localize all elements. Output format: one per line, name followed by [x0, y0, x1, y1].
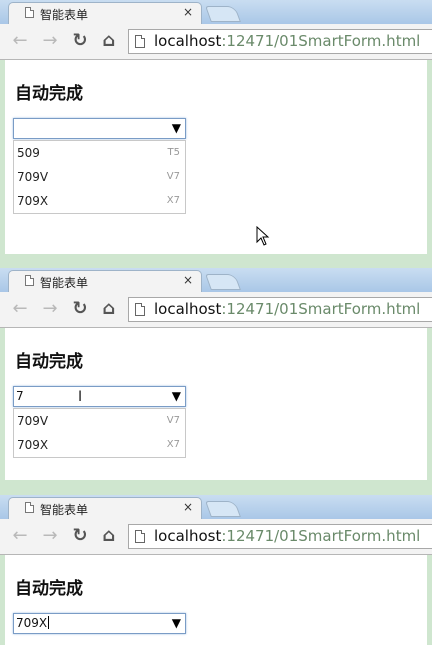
url-host: localhost: [154, 300, 222, 318]
browser-window-2: 智能表单 × ← → ↻ ⌂ localhost:12471/01SmartFo…: [0, 268, 432, 480]
url-text: localhost:12471/01SmartForm.html: [154, 32, 420, 50]
toolbar: ← → ↻ ⌂ localhost:12471/01SmartForm.html: [0, 24, 432, 60]
url-host: localhost: [154, 32, 222, 50]
new-tab-button[interactable]: [205, 501, 241, 517]
input-value: 709X: [16, 616, 48, 630]
browser-window-1: 智能表单 × ← → ↻ ⌂ localhost:12471/01SmartFo…: [0, 0, 432, 256]
option-code: T5: [167, 147, 180, 158]
suggestion-list: 509 T5 709V V7 709X X7: [13, 140, 186, 214]
page-icon: [135, 35, 145, 48]
new-tab-button[interactable]: [205, 274, 241, 290]
browser-tab[interactable]: 智能表单 ×: [8, 270, 202, 292]
page-content: 自动完成 ▼ 509 T5 709V V7 709X X7: [5, 60, 427, 254]
url-path: :12471/01SmartForm.html: [221, 32, 421, 50]
tab-title: 智能表单: [40, 276, 89, 290]
forward-arrow-icon[interactable]: →: [40, 525, 60, 547]
option-name: 509: [17, 146, 40, 160]
page-icon: [25, 7, 34, 18]
page-icon: [25, 502, 34, 513]
tab-strip: 智能表单 ×: [0, 495, 432, 519]
suggestion-list: 709V V7 709X X7: [13, 408, 186, 458]
url-path: :12471/01SmartForm.html: [221, 300, 421, 318]
page-heading: 自动完成: [15, 579, 83, 599]
option-name: 709X: [17, 194, 49, 208]
close-tab-icon[interactable]: ×: [183, 273, 193, 287]
toolbar: ← → ↻ ⌂ localhost:12471/01SmartForm.html: [0, 519, 432, 555]
browser-tab[interactable]: 智能表单 ×: [8, 497, 202, 519]
browser-window-3: 智能表单 × ← → ↻ ⌂ localhost:12471/01SmartFo…: [0, 495, 432, 645]
option-name: 709X: [17, 438, 49, 452]
tab-strip: 智能表单 ×: [0, 0, 432, 24]
close-tab-icon[interactable]: ×: [183, 500, 193, 514]
toolbar: ← → ↻ ⌂ localhost:12471/01SmartForm.html: [0, 292, 432, 328]
back-arrow-icon[interactable]: ←: [10, 525, 30, 547]
tab-title: 智能表单: [40, 8, 89, 22]
option-code: V7: [166, 171, 180, 182]
input-value: 7: [16, 389, 24, 403]
home-icon[interactable]: ⌂: [99, 30, 119, 52]
dropdown-arrow-icon[interactable]: ▼: [172, 389, 181, 403]
list-item[interactable]: 709X X7: [14, 189, 185, 213]
tab-strip: 智能表单 ×: [0, 268, 432, 292]
home-icon[interactable]: ⌂: [99, 298, 119, 320]
url-text: localhost:12471/01SmartForm.html: [154, 300, 420, 318]
option-code: V7: [166, 415, 180, 426]
address-bar[interactable]: localhost:12471/01SmartForm.html: [128, 524, 432, 549]
option-name: 709V: [17, 170, 49, 184]
page-heading: 自动完成: [15, 352, 83, 372]
browser-tab[interactable]: 智能表单 ×: [8, 2, 202, 24]
text-caret: [48, 616, 50, 629]
input-value-wrap: 709X: [16, 616, 50, 630]
address-bar[interactable]: localhost:12471/01SmartForm.html: [128, 29, 432, 54]
page-content: 自动完成 7 I ▼ 709V V7 709X X7: [5, 328, 427, 480]
home-icon[interactable]: ⌂: [99, 525, 119, 547]
new-tab-button[interactable]: [205, 6, 241, 22]
url-host: localhost: [154, 527, 222, 545]
url-text: localhost:12471/01SmartForm.html: [154, 527, 420, 545]
list-item[interactable]: 509 T5: [14, 141, 185, 165]
reload-icon[interactable]: ↻: [70, 30, 90, 52]
option-code: X7: [166, 195, 180, 206]
forward-arrow-icon[interactable]: →: [40, 298, 60, 320]
back-arrow-icon[interactable]: ←: [10, 30, 30, 52]
autocomplete-input[interactable]: 7 I ▼: [13, 386, 186, 407]
autocomplete-input[interactable]: 709X ▼: [13, 613, 186, 634]
reload-icon[interactable]: ↻: [70, 298, 90, 320]
text-cursor-icon: I: [78, 389, 83, 405]
list-item[interactable]: 709V V7: [14, 409, 185, 433]
page-icon: [135, 530, 145, 543]
page-heading: 自动完成: [15, 84, 83, 104]
address-bar[interactable]: localhost:12471/01SmartForm.html: [128, 297, 432, 322]
reload-icon[interactable]: ↻: [70, 525, 90, 547]
option-code: X7: [166, 439, 180, 450]
page-icon: [25, 275, 34, 286]
url-path: :12471/01SmartForm.html: [221, 527, 421, 545]
list-item[interactable]: 709X X7: [14, 433, 185, 457]
close-tab-icon[interactable]: ×: [183, 5, 193, 19]
forward-arrow-icon[interactable]: →: [40, 30, 60, 52]
page-content: 自动完成 709X ▼: [5, 555, 427, 645]
tab-title: 智能表单: [40, 503, 89, 517]
autocomplete-input[interactable]: ▼: [13, 118, 186, 139]
back-arrow-icon[interactable]: ←: [10, 298, 30, 320]
page-icon: [135, 303, 145, 316]
list-item[interactable]: 709V V7: [14, 165, 185, 189]
option-name: 709V: [17, 414, 49, 428]
dropdown-arrow-icon[interactable]: ▼: [172, 616, 181, 630]
dropdown-arrow-icon[interactable]: ▼: [172, 121, 181, 135]
